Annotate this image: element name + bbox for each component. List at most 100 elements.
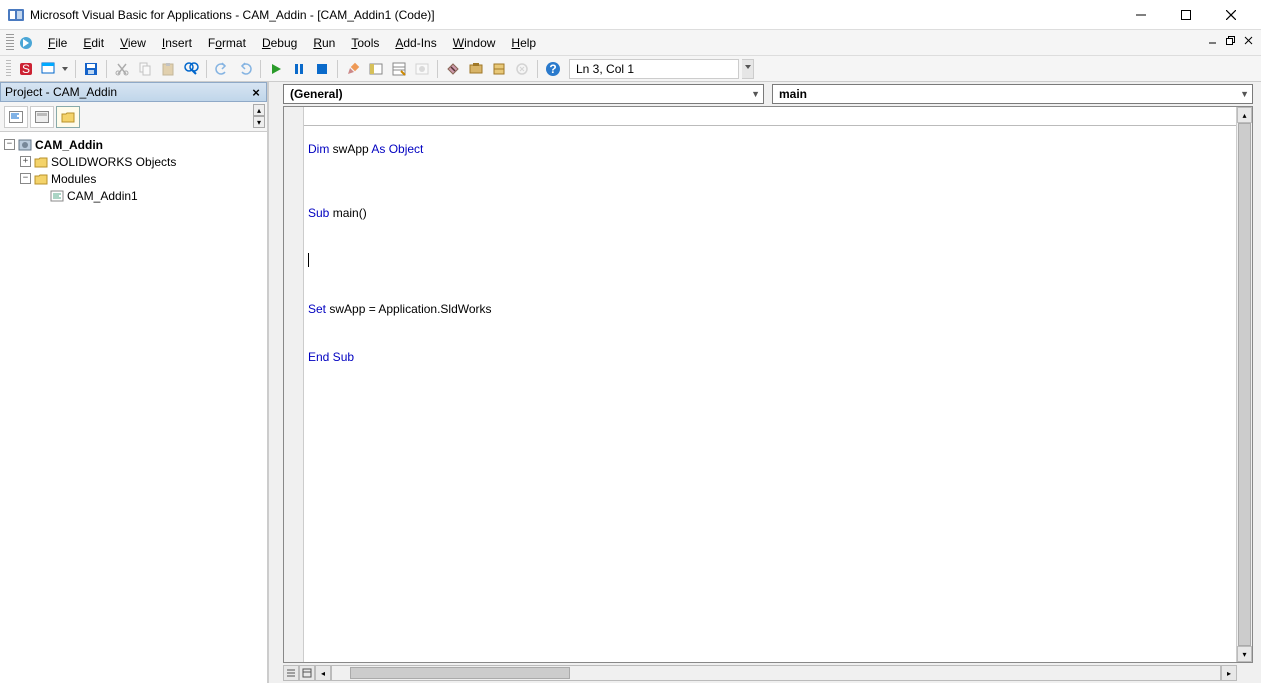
vertical-scrollbar[interactable]: ▴ ▾ [1236,107,1252,662]
scroll-down-button[interactable]: ▾ [1237,646,1252,662]
project-panel-toolbar: ▴ ▾ [0,102,267,132]
maximize-button[interactable] [1163,1,1208,29]
tree-collapse-icon[interactable]: − [4,139,15,150]
code-text-area[interactable]: Dim swApp As Object Sub main() Set swApp… [304,107,1236,662]
svg-text:S: S [22,62,30,76]
menubar-app-icon [18,35,34,51]
menu-format[interactable]: Format [200,33,254,53]
menu-view[interactable]: View [112,33,154,53]
tree-module-cam-addin1[interactable]: CAM_Addin1 [0,187,267,204]
object-dropdown[interactable]: (General) ▼ [283,84,764,104]
copy-button[interactable] [135,59,155,79]
menu-file[interactable]: File [40,33,75,53]
chevron-down-icon: ▼ [751,89,760,99]
toggle-folders-button[interactable] [56,106,80,128]
panel-scroll-down-icon[interactable]: ▾ [253,116,265,128]
code-kw: Dim [308,142,329,156]
code-text: main() [329,206,366,220]
project-tree[interactable]: − CAM_Addin + SOLIDWORKS Objects − Modul… [0,132,267,683]
project-panel-close-button[interactable]: × [248,84,264,100]
menu-insert[interactable]: Insert [154,33,200,53]
status-dropdown-icon[interactable] [742,59,754,79]
cut-button[interactable] [112,59,132,79]
mdi-minimize-button[interactable] [1205,33,1219,47]
horizontal-scrollbar[interactable] [331,665,1221,681]
cursor-position-text: Ln 3, Col 1 [576,62,634,76]
mdi-controls [1205,33,1255,47]
scroll-corner [1237,665,1253,681]
code-panel: (General) ▼ main ▼ Dim swApp As Object S… [275,82,1261,683]
menu-addins[interactable]: Add-Ins [387,33,444,53]
tree-folder-solidworks[interactable]: + SOLIDWORKS Objects [0,153,267,170]
tb-extra3-button[interactable] [512,59,532,79]
menu-debug[interactable]: Debug [254,33,305,53]
menu-tools[interactable]: Tools [343,33,387,53]
view-sw-button[interactable]: S [16,59,36,79]
menu-run[interactable]: Run [305,33,343,53]
project-panel-title: Project - CAM_Addin × [0,82,267,102]
save-button[interactable] [81,59,101,79]
scroll-up-button[interactable]: ▴ [1237,107,1252,123]
scroll-thumb[interactable] [350,667,570,679]
procedure-view-button[interactable] [283,665,299,681]
minimize-button[interactable] [1118,1,1163,29]
object-browser-button[interactable] [412,59,432,79]
find-button[interactable] [181,59,201,79]
help-button[interactable]: ? [543,59,563,79]
code-kw: Sub [308,206,329,220]
procedure-dropdown[interactable]: main ▼ [772,84,1253,104]
undo-button[interactable] [212,59,232,79]
full-module-view-button[interactable] [299,665,315,681]
project-explorer-panel: Project - CAM_Addin × ▴ ▾ − CAM_Addin + … [0,82,269,683]
tree-folder-label: Modules [51,172,96,186]
object-dropdown-value: (General) [290,87,343,101]
paste-button[interactable] [158,59,178,79]
menu-grip [6,34,14,52]
view-object-button[interactable] [30,106,54,128]
tree-root-project[interactable]: − CAM_Addin [0,136,267,153]
chevron-down-icon: ▼ [1240,89,1249,99]
mdi-restore-button[interactable] [1223,33,1237,47]
project-explorer-button[interactable] [366,59,386,79]
menu-help[interactable]: Help [503,33,544,53]
run-button[interactable] [266,59,286,79]
code-text: swApp [329,142,371,156]
menubar: File Edit View Insert Format Debug Run T… [0,30,1261,56]
code-kw: End Sub [308,350,354,364]
insert-userform-button[interactable] [39,59,59,79]
break-button[interactable] [289,59,309,79]
code-dropdowns: (General) ▼ main ▼ [275,82,1261,106]
properties-window-button[interactable] [389,59,409,79]
code-editor[interactable]: Dim swApp As Object Sub main() Set swApp… [283,106,1253,663]
declaration-separator [304,125,1236,126]
close-button[interactable] [1208,1,1253,29]
view-code-button[interactable] [4,106,28,128]
reset-button[interactable] [312,59,332,79]
design-mode-button[interactable] [343,59,363,79]
code-kw: As Object [371,142,423,156]
redo-button[interactable] [235,59,255,79]
code-text: swApp = Application.SldWorks [326,302,492,316]
code-kw: Set [308,302,326,316]
toolbox-button[interactable] [443,59,463,79]
tree-expand-icon[interactable]: + [20,156,31,167]
menu-window[interactable]: Window [445,33,504,53]
scroll-track[interactable] [1237,123,1252,646]
tb-extra2-button[interactable] [489,59,509,79]
code-margin [284,107,304,662]
folder-icon [34,173,48,185]
panel-scroll-up-icon[interactable]: ▴ [253,104,265,116]
tree-collapse-icon[interactable]: − [20,173,31,184]
code-caret-line [308,253,1232,269]
tb-extra1-button[interactable] [466,59,486,79]
main-area: Project - CAM_Addin × ▴ ▾ − CAM_Addin + … [0,82,1261,683]
toolbar-grip [6,60,11,78]
insert-dropdown-arrow[interactable] [62,67,70,71]
scroll-right-button[interactable]: ▸ [1221,665,1237,681]
scroll-thumb[interactable] [1238,123,1251,646]
tree-folder-modules[interactable]: − Modules [0,170,267,187]
vba-app-icon [8,7,24,23]
scroll-left-button[interactable]: ◂ [315,665,331,681]
menu-edit[interactable]: Edit [75,33,112,53]
mdi-close-button[interactable] [1241,33,1255,47]
